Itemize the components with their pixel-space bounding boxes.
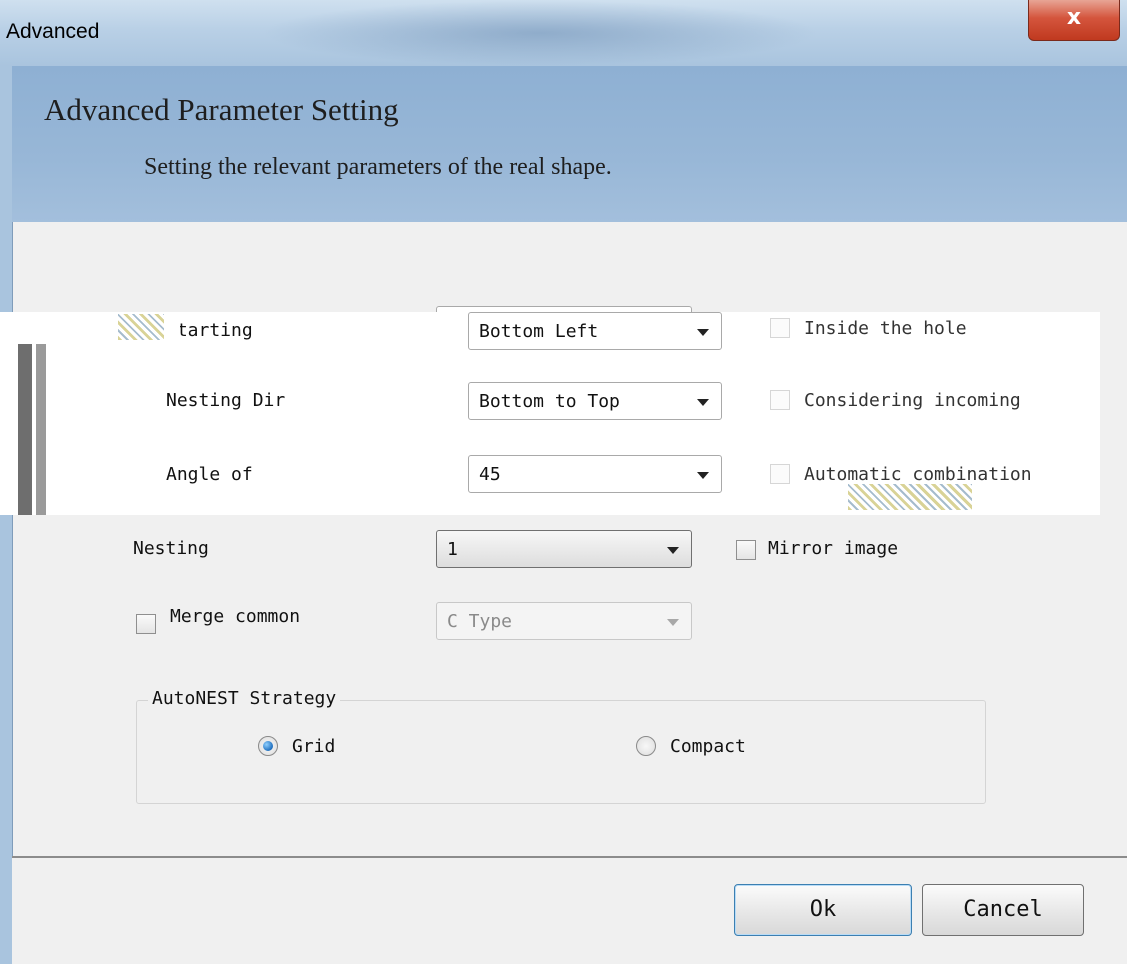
chevron-down-icon [697,399,709,406]
merge-type-select[interactable]: C Type [436,602,692,640]
compact-label: Compact [670,736,746,757]
angle-label: Angle of [166,464,253,485]
page-subtitle: Setting the relevant parameters of the r… [144,154,612,180]
nesting-label: Nesting [133,538,209,559]
nesting-dir-label: Nesting Dir [166,390,286,411]
compact-radio[interactable] [636,736,656,756]
automatic-combination-label: Automatic combination [804,464,1032,485]
nesting-direction-select[interactable]: Bottom to Top [468,382,722,420]
starting-position-value: Bottom Left [479,321,599,342]
automatic-combination-checkbox[interactable] [770,464,790,484]
angle-select[interactable]: 45 [468,455,722,493]
page-title: Advanced Parameter Setting [44,92,399,127]
overlay-edge-light [36,344,46,515]
merge-type-value: C Type [447,611,513,632]
chevron-down-icon [667,619,679,626]
advanced-dialog: Advanced x Advanced Parameter Setting Se… [0,0,1127,964]
angle-value: 45 [479,464,501,485]
grid-label: Grid [292,736,336,757]
glitch-artifact [848,484,972,510]
nesting-count-value: 1 [447,539,458,560]
header-banner: Advanced Parameter Setting Setting the r… [12,66,1127,222]
nesting-direction-value: Bottom to Top [479,391,620,412]
window-title: Advanced [6,20,100,43]
title-bar-glow [260,0,820,66]
inside-hole-checkbox[interactable] [770,318,790,338]
chevron-down-icon [697,329,709,336]
merge-common-label: Merge common [170,606,301,627]
mirror-image-label: Mirror image [768,538,899,559]
nesting-count-select[interactable]: 1 [436,530,692,568]
considering-incoming-checkbox[interactable] [770,390,790,410]
autonest-strategy-legend: AutoNEST Strategy [148,688,341,709]
mirror-image-checkbox[interactable] [736,540,756,560]
chevron-down-icon [667,547,679,554]
glitch-artifact [118,314,164,340]
overlay-edge-dark [18,344,32,515]
chevron-down-icon [697,472,709,479]
grid-radio[interactable] [258,736,278,756]
cancel-button[interactable]: Cancel [922,884,1084,936]
title-bar[interactable]: Advanced x [0,0,1127,67]
ok-button[interactable]: Ok [734,884,912,936]
inside-hole-label: Inside the hole [804,318,967,339]
close-button[interactable]: x [1028,0,1120,41]
merge-common-checkbox[interactable] [136,614,156,634]
close-icon: x [1066,5,1082,30]
considering-incoming-label: Considering incoming [804,390,1021,411]
starting-position-select[interactable]: Bottom Left [468,312,722,350]
